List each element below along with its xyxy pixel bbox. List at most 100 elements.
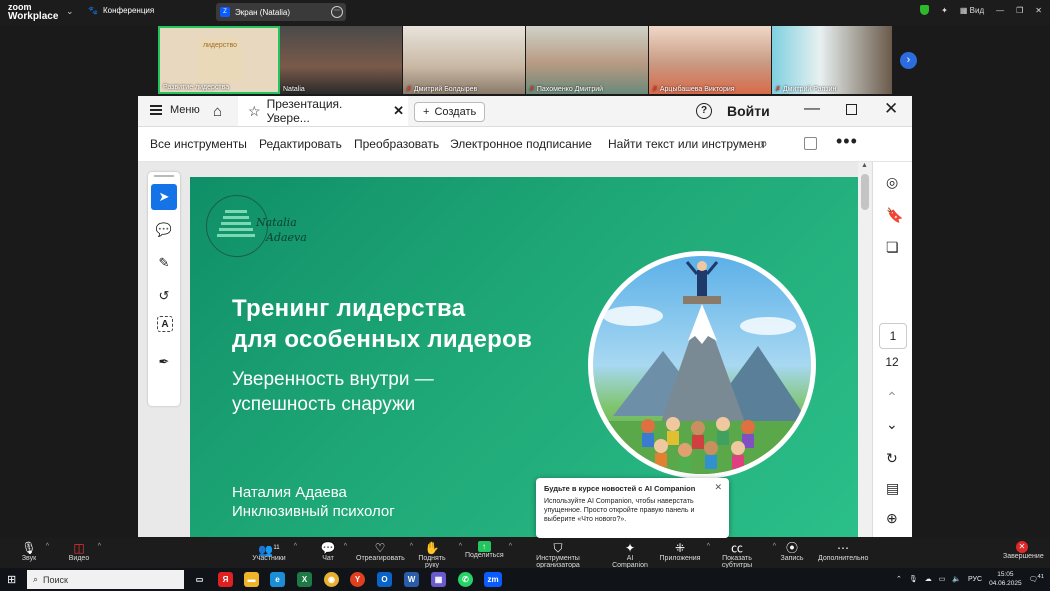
video-tile[interactable]: лидерство Развитие лидерства xyxy=(158,26,280,94)
caret-up-icon[interactable]: ^ xyxy=(459,543,462,550)
more-icon[interactable]: ⋯ xyxy=(331,6,343,18)
video-button[interactable]: ◫ Видео ^ xyxy=(66,541,101,562)
video-tile[interactable]: ✗ Арцыбашева Виктория xyxy=(649,26,771,94)
battery-icon[interactable]: ▭ xyxy=(939,575,946,583)
caret-up-icon[interactable]: ^ xyxy=(773,543,776,550)
record-button[interactable]: ⦿ Запись xyxy=(780,541,804,562)
raise-hand-button[interactable]: ✋ Поднять руку ^ xyxy=(411,541,462,569)
esign-button[interactable]: Электронное подписание xyxy=(450,137,592,151)
caret-up-icon[interactable]: ^ xyxy=(509,543,512,550)
edge-icon[interactable]: e xyxy=(270,572,285,587)
volume-icon[interactable]: 🔈 xyxy=(952,575,961,583)
caret-up-icon[interactable]: ^ xyxy=(294,543,297,550)
page-tool-icon[interactable]: ▤ xyxy=(886,480,899,497)
close-icon[interactable]: ✕ xyxy=(1035,6,1042,15)
scroll-up-icon[interactable]: ▲ xyxy=(861,162,868,169)
ai-assistant-icon[interactable]: ◎ xyxy=(886,174,898,191)
document-tab[interactable]: ☆ Презентация. Увере... ✕ xyxy=(238,96,408,126)
vertical-scrollbar[interactable]: ▲ xyxy=(858,162,872,537)
react-button[interactable]: ♡ Отреагировать ^ xyxy=(356,541,413,562)
bookmark-icon[interactable]: 🔖 xyxy=(886,207,903,224)
yandex-icon[interactable]: Я xyxy=(218,572,233,587)
microphone-icon[interactable]: 🎙 xyxy=(909,575,918,583)
chevron-up-icon[interactable]: ⌃ xyxy=(886,389,898,406)
language-indicator[interactable]: РУС xyxy=(968,576,982,583)
close-window-icon[interactable]: ✕ xyxy=(884,99,898,119)
maximize-icon[interactable] xyxy=(846,104,857,115)
host-tools-button[interactable]: ⛉ Инструменты организатора xyxy=(515,541,601,569)
close-icon[interactable]: ✕ xyxy=(714,483,722,492)
minimize-icon[interactable]: — xyxy=(996,6,1004,15)
security-shield-icon[interactable] xyxy=(920,5,930,15)
end-meeting-button[interactable]: ✕ Завершение xyxy=(1003,541,1044,560)
page-number-input[interactable]: 1 xyxy=(879,323,907,349)
chat-button[interactable]: 💬 Чат ^ xyxy=(318,541,347,562)
apps-group-icon[interactable]: ▦ xyxy=(431,572,446,587)
comment-tool-icon[interactable]: 💬 xyxy=(151,217,177,243)
task-view-icon[interactable]: ▭ xyxy=(192,572,207,587)
chevron-up-icon[interactable]: ⌃ xyxy=(896,575,902,583)
chevron-down-icon[interactable]: ⌄ xyxy=(886,416,898,433)
restore-icon[interactable]: ❐ xyxy=(1016,6,1023,15)
copy-pages-icon[interactable]: ❏ xyxy=(886,239,899,256)
whatsapp-icon[interactable]: ✆ xyxy=(458,572,473,587)
home-icon[interactable]: ⌂ xyxy=(213,103,222,120)
select-tool-icon[interactable]: ➤ xyxy=(151,184,177,210)
draw-tool-icon[interactable]: ↺ xyxy=(151,283,177,309)
mic-muted-icon: ✗ xyxy=(652,86,658,93)
more-options-icon[interactable]: ••• xyxy=(836,131,858,152)
scroll-thumb[interactable] xyxy=(861,174,869,210)
highlight-tool-icon[interactable]: ✎ xyxy=(151,250,177,276)
zoom-in-icon[interactable]: ⊕ xyxy=(886,510,898,527)
save-icon[interactable] xyxy=(804,137,817,150)
audio-button[interactable]: 🎙 Звук ^ xyxy=(18,541,49,562)
minimize-icon[interactable]: — xyxy=(804,100,820,118)
drag-handle[interactable] xyxy=(154,175,174,177)
share-button[interactable]: ↑ Поделиться ^ xyxy=(465,541,512,559)
video-tile[interactable]: ✗ Дмитрий Рапзин xyxy=(772,26,892,94)
menu-button[interactable]: Меню xyxy=(150,104,200,116)
screen-share-tab[interactable]: Z Экран (Natalia) ⋯ xyxy=(216,3,346,21)
taskbar-search[interactable]: ⌕ Поиск xyxy=(27,570,184,589)
find-tool-button[interactable]: Найти текст или инструмент xyxy=(608,137,766,151)
sign-tool-icon[interactable]: ✒ xyxy=(151,349,177,375)
conference-menu-button[interactable]: 🐾 Конференция xyxy=(88,6,154,15)
caret-up-icon[interactable]: ^ xyxy=(46,543,49,550)
word-icon[interactable]: W xyxy=(404,572,419,587)
apps-button[interactable]: ⁜ Приложения ^ xyxy=(659,541,710,562)
search-icon[interactable]: ⌕ xyxy=(760,135,768,152)
chrome-icon[interactable]: ◉ xyxy=(324,572,339,587)
video-tile[interactable]: Natalia xyxy=(280,26,402,94)
caret-up-icon[interactable]: ^ xyxy=(344,543,347,550)
more-button[interactable]: ⋯ Дополнительно xyxy=(818,541,868,562)
chevron-down-icon[interactable]: ⌄ xyxy=(66,6,74,17)
rotate-icon[interactable]: ↻ xyxy=(886,450,898,467)
close-tab-icon[interactable]: ✕ xyxy=(393,103,404,119)
edit-button[interactable]: Редактировать xyxy=(259,137,342,151)
video-tile[interactable]: ✗ Дмитрий Болдырев xyxy=(403,26,525,94)
caret-up-icon[interactable]: ^ xyxy=(98,543,101,550)
captions-button[interactable]: ㏄ Показать субтитры ^ xyxy=(707,541,776,569)
video-tile[interactable]: ✗ Пахоменко Дмитрий xyxy=(526,26,648,94)
excel-icon[interactable]: X xyxy=(297,572,312,587)
help-icon[interactable]: ? xyxy=(696,103,712,119)
convert-button[interactable]: Преобразовать xyxy=(354,137,439,151)
login-button[interactable]: Войти xyxy=(727,103,770,119)
ai-companion-button[interactable]: ✦ AI Companion xyxy=(608,541,652,569)
all-tools-button[interactable]: Все инструменты xyxy=(150,137,247,151)
view-button[interactable]: ▦ Вид xyxy=(960,6,984,15)
create-button[interactable]: + Создать xyxy=(414,102,486,122)
yandex-browser-icon[interactable]: Y xyxy=(350,572,365,587)
star-icon[interactable]: ☆ xyxy=(248,103,261,120)
participants-button[interactable]: 👥11 Участники ^ xyxy=(250,541,297,562)
text-tool-icon[interactable]: A xyxy=(157,316,173,332)
next-page-arrow-icon[interactable]: › xyxy=(900,52,917,69)
outlook-icon[interactable]: O xyxy=(377,572,392,587)
cloud-icon[interactable]: ☁ xyxy=(925,575,932,583)
file-explorer-icon[interactable]: ▬ xyxy=(244,572,259,587)
clock[interactable]: 15:05 04.06.2025 xyxy=(989,570,1022,588)
windows-start-icon[interactable]: ⊞ xyxy=(7,573,16,586)
notifications-button[interactable]: 🗨41 xyxy=(1029,574,1044,583)
zoom-taskbar-icon[interactable]: zm xyxy=(484,572,502,587)
sparkle-icon[interactable]: ✦ xyxy=(941,6,948,15)
